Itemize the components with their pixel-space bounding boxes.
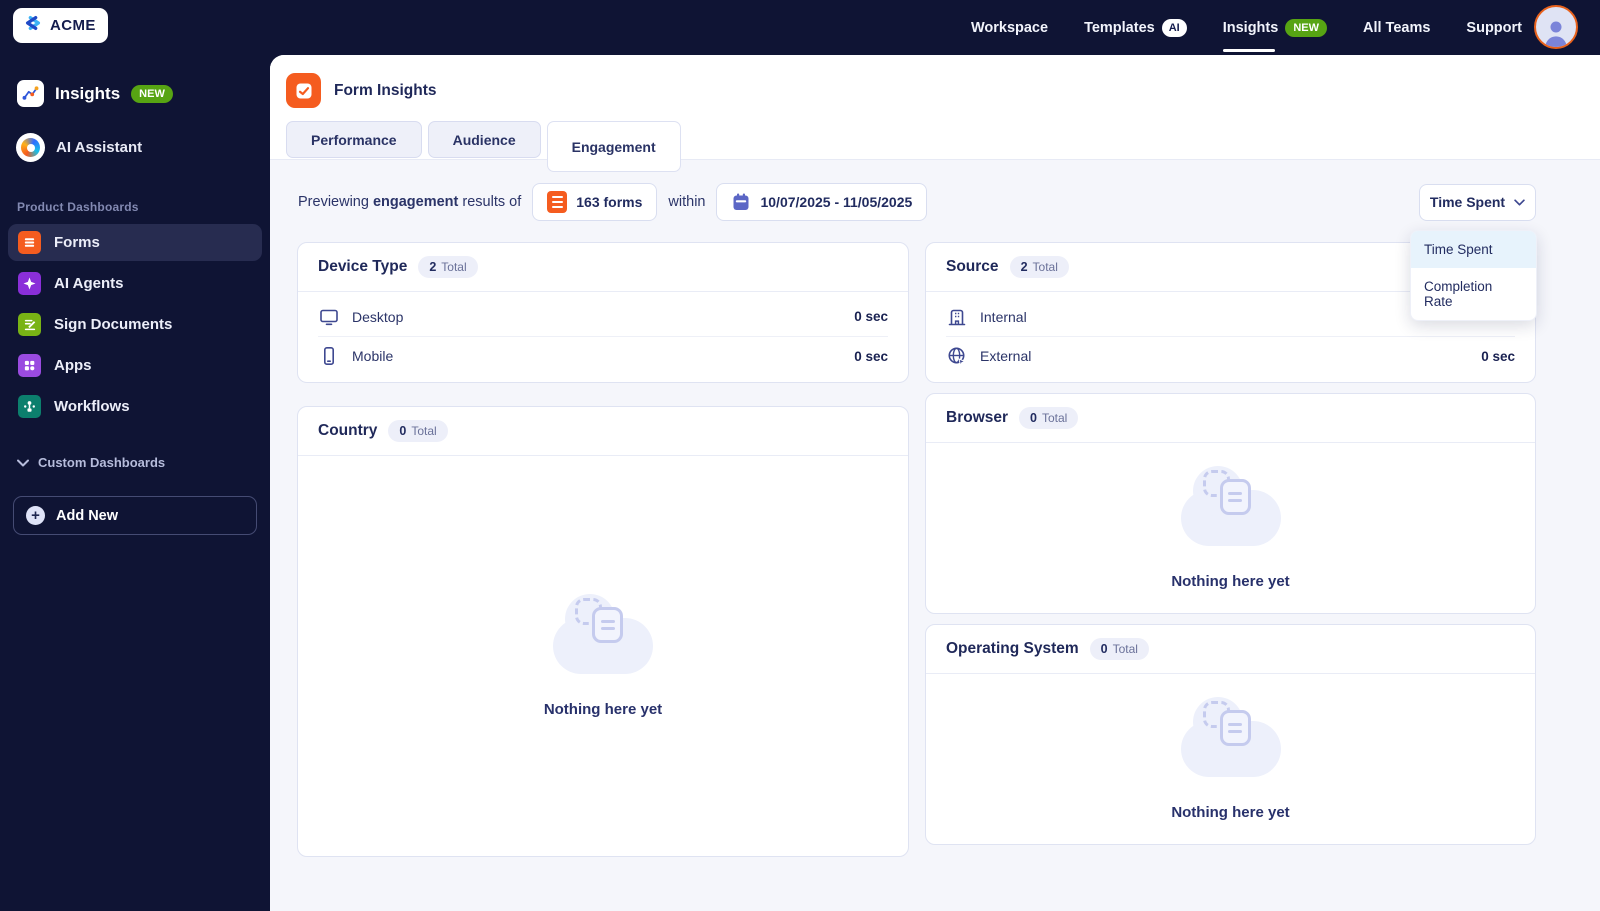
custom-dashboards-toggle[interactable]: Custom Dashboards bbox=[17, 455, 270, 470]
date-range-picker[interactable]: 10/07/2025 - 11/05/2025 bbox=[716, 183, 928, 221]
total-badge: 2 Total bbox=[418, 256, 478, 278]
building-icon bbox=[948, 309, 966, 325]
apps-icon bbox=[18, 354, 41, 377]
sidebar-insights-header: Insights NEW bbox=[17, 80, 270, 107]
browser-card: Browser 0 Total Nothing here yet bbox=[925, 393, 1536, 614]
operating-system-card: Operating System 0 Total Nothing here yet bbox=[925, 624, 1536, 845]
page-title: Form Insights bbox=[334, 81, 437, 99]
ai-agents-icon bbox=[18, 272, 41, 295]
empty-state: Nothing here yet bbox=[298, 456, 908, 856]
form-doc-icon bbox=[547, 191, 568, 213]
acme-logo-icon bbox=[22, 14, 44, 37]
empty-state-icon bbox=[553, 594, 653, 674]
sidebar-item-forms[interactable]: Forms bbox=[8, 224, 262, 261]
calendar-icon bbox=[733, 193, 749, 210]
mobile-icon bbox=[324, 346, 334, 365]
card-title: Country bbox=[318, 422, 378, 439]
ai-badge: AI bbox=[1161, 18, 1187, 37]
card-title: Operating System bbox=[946, 640, 1079, 657]
nav-templates[interactable]: Templates AI bbox=[1084, 18, 1187, 37]
metric-row-external: External 0 sec bbox=[946, 336, 1515, 375]
sidebar: Insights NEW AI Assistant Product Dashbo… bbox=[0, 0, 270, 911]
tab-audience[interactable]: Audience bbox=[427, 121, 541, 158]
sort-dropdown-button[interactable]: Time Spent bbox=[1419, 183, 1536, 221]
forms-count-chip[interactable]: 163 forms bbox=[532, 183, 658, 221]
sort-option-completion-rate[interactable]: Completion Rate bbox=[1411, 268, 1536, 320]
tab-performance[interactable]: Performance bbox=[286, 121, 422, 158]
desktop-icon bbox=[320, 309, 338, 325]
user-avatar[interactable] bbox=[1534, 5, 1578, 49]
insights-icon bbox=[17, 80, 44, 107]
sidebar-nav: Forms AI Agents Sign Documents Apps Work… bbox=[0, 224, 270, 425]
sidebar-insights-label: Insights bbox=[55, 83, 121, 103]
top-bar: ACME Workspace Templates AI Insights NEW… bbox=[0, 0, 1600, 55]
nav-support[interactable]: Support bbox=[1466, 20, 1522, 36]
country-card: Country 0 Total Nothing here yet bbox=[297, 406, 909, 857]
nav-workspace[interactable]: Workspace bbox=[971, 20, 1048, 36]
tab-engagement[interactable]: Engagement bbox=[546, 121, 681, 172]
empty-state-text: Nothing here yet bbox=[543, 701, 663, 718]
tab-bar: Performance Audience Engagement bbox=[286, 121, 681, 172]
total-badge: 2 Total bbox=[1009, 256, 1069, 278]
sign-documents-icon bbox=[18, 313, 41, 336]
metric-row-mobile: Mobile 0 sec bbox=[318, 336, 888, 375]
ai-assistant-icon bbox=[16, 133, 45, 162]
panel-header: Form Insights Performance Audience Engag… bbox=[270, 55, 1600, 172]
new-badge: NEW bbox=[1285, 18, 1327, 37]
empty-state-icon bbox=[1180, 466, 1281, 546]
total-badge: 0 Total bbox=[1089, 638, 1149, 660]
form-insights-icon bbox=[286, 73, 321, 108]
chevron-down-icon bbox=[17, 459, 29, 466]
top-navigation: Workspace Templates AI Insights NEW All … bbox=[971, 0, 1522, 55]
main-panel: Form Insights Performance Audience Engag… bbox=[270, 55, 1600, 911]
empty-state-icon bbox=[1180, 697, 1281, 777]
section-product-dashboards: Product Dashboards bbox=[17, 200, 139, 214]
card-title: Browser bbox=[946, 409, 1009, 426]
plus-icon: + bbox=[26, 506, 45, 525]
sort-option-time-spent[interactable]: Time Spent bbox=[1411, 230, 1536, 268]
chevron-down-icon bbox=[1514, 198, 1525, 206]
within-label: within bbox=[668, 194, 706, 210]
empty-state-text: Nothing here yet bbox=[1171, 573, 1290, 590]
cards-grid: Device Type 2 Total Desktop 0 sec Mobile… bbox=[297, 242, 1536, 857]
sidebar-item-apps[interactable]: Apps bbox=[8, 347, 262, 384]
workflows-icon bbox=[18, 395, 41, 418]
globe-icon bbox=[948, 347, 967, 367]
total-badge: 0 Total bbox=[388, 420, 448, 442]
nav-all-teams[interactable]: All Teams bbox=[1363, 20, 1430, 36]
sort-control: Time Spent Time Spent Completion Rate bbox=[1410, 183, 1537, 321]
sidebar-item-ai-agents[interactable]: AI Agents bbox=[8, 265, 262, 302]
sidebar-item-sign-documents[interactable]: Sign Documents bbox=[8, 306, 262, 343]
brand-name: ACME bbox=[50, 17, 96, 34]
card-title: Source bbox=[946, 258, 999, 275]
metric-row-desktop: Desktop 0 sec bbox=[318, 297, 888, 336]
empty-state: Nothing here yet bbox=[926, 443, 1535, 613]
total-badge: 0 Total bbox=[1019, 407, 1079, 429]
nav-insights[interactable]: Insights NEW bbox=[1222, 18, 1327, 52]
sidebar-new-badge: NEW bbox=[131, 84, 173, 103]
acme-logo[interactable]: ACME bbox=[13, 8, 108, 43]
add-new-button[interactable]: + Add New bbox=[13, 496, 257, 535]
device-type-card: Device Type 2 Total Desktop 0 sec Mobile… bbox=[297, 242, 909, 383]
filter-row: Previewing engagement results of 163 for… bbox=[298, 183, 1537, 321]
empty-state-text: Nothing here yet bbox=[1171, 804, 1290, 821]
sort-dropdown-menu: Time Spent Completion Rate bbox=[1410, 229, 1537, 321]
card-title: Device Type bbox=[318, 258, 408, 275]
sidebar-item-ai-assistant[interactable]: AI Assistant bbox=[16, 133, 270, 162]
person-icon bbox=[1545, 21, 1567, 47]
filter-text: Previewing engagement results of bbox=[298, 194, 522, 210]
empty-state: Nothing here yet bbox=[926, 674, 1535, 844]
forms-icon bbox=[18, 231, 41, 254]
sidebar-item-workflows[interactable]: Workflows bbox=[8, 388, 262, 425]
